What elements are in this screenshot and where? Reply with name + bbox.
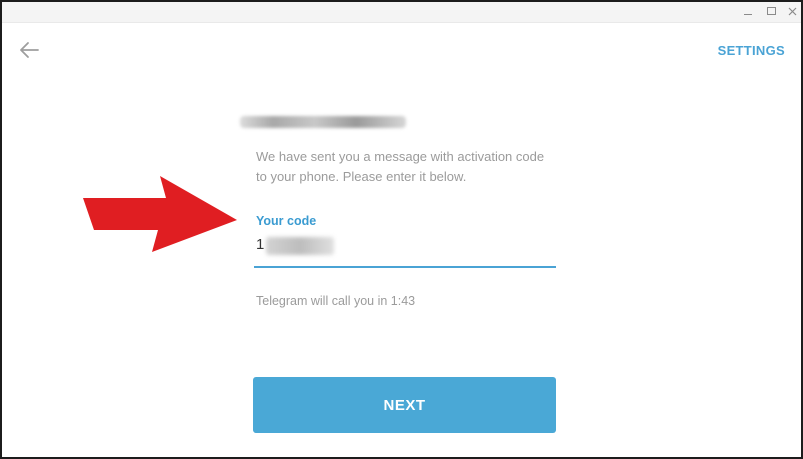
title-bar xyxy=(2,2,801,23)
code-redacted xyxy=(266,237,334,255)
close-icon[interactable] xyxy=(784,4,800,18)
red-arrow-icon xyxy=(80,174,240,259)
code-field-label: Your code xyxy=(256,214,317,228)
maximize-icon[interactable] xyxy=(763,4,779,18)
phone-number-redacted xyxy=(240,116,406,128)
settings-link[interactable]: SETTINGS xyxy=(718,43,785,58)
next-button[interactable]: NEXT xyxy=(253,377,556,433)
telegram-window: SETTINGS We have sent you a message with… xyxy=(0,0,803,459)
instructions-text: We have sent you a message with activati… xyxy=(256,149,545,184)
minimize-icon[interactable] xyxy=(740,4,756,18)
code-input-value: 1 xyxy=(256,236,265,253)
call-timer-text: Telegram will call you in 1:43 xyxy=(256,294,416,308)
code-input[interactable]: 1 xyxy=(254,230,556,268)
arrow-left-icon[interactable] xyxy=(18,40,40,60)
